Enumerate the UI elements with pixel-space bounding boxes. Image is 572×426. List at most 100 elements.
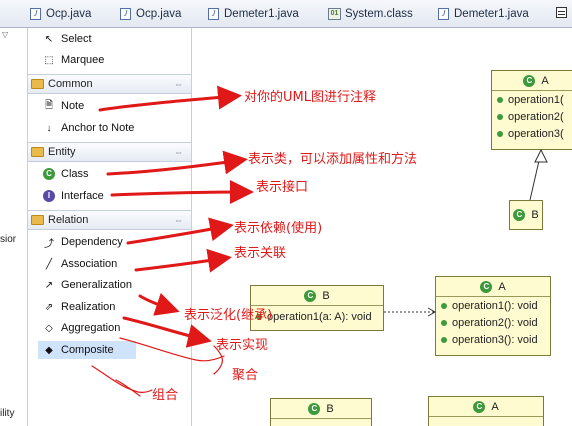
- composite-diamond-icon: ◆: [45, 344, 53, 356]
- chevron-down-icon[interactable]: ▽: [2, 30, 8, 39]
- palette-tool-select[interactable]: ↖ Select: [42, 30, 92, 48]
- palette-item-label: Association: [61, 258, 118, 270]
- uml-palette: ↖ Select ⬚ Marquee Common ⇔ 🗎 Note ↓ Anc…: [28, 28, 192, 426]
- class-name: A: [498, 280, 506, 293]
- palette-item-anchor-to-note[interactable]: ↓ Anchor to Note: [42, 119, 135, 137]
- truncated-label: sior: [0, 234, 17, 245]
- operation-bullet-icon: [497, 130, 503, 137]
- tab-list-menu-icon[interactable]: [556, 7, 567, 18]
- class-header: C B: [271, 399, 371, 419]
- tab-demeter1-java[interactable]: J Demeter1.java: [208, 5, 299, 23]
- palette-item-dependency[interactable]: ⤴ Dependency: [42, 233, 123, 251]
- palette-item-label: Marquee: [61, 54, 105, 66]
- folder-icon: [31, 79, 44, 89]
- tab-label: Ocp.java: [46, 8, 92, 20]
- palette-item-label: Interface: [61, 190, 104, 202]
- class-name: B: [531, 209, 539, 221]
- class-a-bottom[interactable]: C A: [428, 396, 544, 426]
- operation-bullet-icon: [497, 96, 503, 103]
- generalization-arrow-icon: ↗: [44, 279, 54, 291]
- tab-system-class[interactable]: 01 System.class: [328, 5, 413, 23]
- tab-label: Demeter1.java: [454, 8, 529, 20]
- operation-label: operation3(: [508, 127, 564, 140]
- class-b-small[interactable]: C B: [509, 200, 543, 230]
- pin-icon[interactable]: ⇔: [174, 147, 183, 157]
- tab-label: Ocp.java: [136, 8, 182, 20]
- palette-tool-marquee[interactable]: ⬚ Marquee: [42, 51, 104, 69]
- aggregation-diamond-icon: ◇: [45, 322, 53, 334]
- drawer-title: Entity: [48, 146, 76, 158]
- palette-item-aggregation[interactable]: ◇ Aggregation: [42, 319, 120, 337]
- pin-icon[interactable]: ⇔: [174, 79, 183, 89]
- palette-item-label: Note: [61, 100, 85, 112]
- class-a-top[interactable]: C A operation1( operation2( operation3(: [491, 70, 572, 150]
- palette-item-label: Dependency: [61, 236, 123, 248]
- palette-item-label: Composite: [61, 344, 114, 356]
- palette-item-label: Generalization: [61, 279, 132, 291]
- marquee-icon: ⬚: [44, 54, 54, 66]
- operation[interactable]: operation2(): void: [436, 314, 550, 331]
- palette-item-label: Realization: [61, 301, 116, 313]
- class-header: C B: [510, 201, 542, 229]
- palette-item-association[interactable]: ╱ Association: [42, 255, 117, 273]
- palette-item-class[interactable]: C Class: [42, 165, 89, 183]
- association-line-icon: ╱: [45, 258, 53, 270]
- java-file-icon: J: [120, 8, 131, 20]
- tab-ocp-java-2[interactable]: J Ocp.java: [120, 5, 181, 23]
- tab-demeter1-java-2[interactable]: J Demeter1.java: [438, 5, 529, 23]
- operation[interactable]: operation3(): void: [436, 331, 550, 348]
- class-icon: C: [308, 402, 321, 415]
- drawer-title: Common: [48, 78, 93, 90]
- palette-item-note[interactable]: 🗎 Note: [42, 97, 84, 115]
- note-icon: 🗎: [44, 99, 54, 111]
- operation[interactable]: operation1(): void: [436, 297, 550, 314]
- operation-label: operation2(: [508, 110, 564, 123]
- tab-label: System.class: [345, 8, 413, 20]
- class-icon: C: [304, 289, 317, 302]
- annotation-association: 表示关联: [234, 246, 287, 261]
- operation-label: operation1(: [508, 93, 564, 106]
- palette-item-label: Class: [61, 168, 89, 180]
- tab-ocp-java-1[interactable]: J Ocp.java: [30, 5, 91, 23]
- class-icon: C: [513, 209, 526, 221]
- class-icon: C: [473, 400, 486, 413]
- operation[interactable]: operation1(: [492, 91, 572, 108]
- palette-item-generalization[interactable]: ↗ Generalization: [42, 276, 132, 294]
- palette-item-interface[interactable]: I Interface: [42, 187, 104, 205]
- drawer-entity[interactable]: Entity ⇔: [28, 142, 191, 162]
- operation-label: operation3(): void: [452, 333, 538, 346]
- interface-icon: I: [42, 189, 56, 203]
- arrow-down-icon: ↓: [46, 122, 52, 134]
- outline-panel-sliver: ▽ sior ility: [0, 28, 28, 426]
- editor-tab-bar: J Ocp.java J Ocp.java J Demeter1.java 01…: [0, 0, 572, 28]
- java-file-icon: J: [30, 8, 41, 20]
- class-b-bottom[interactable]: C B: [270, 398, 372, 426]
- dependency-arrow-icon: ⤴: [44, 238, 54, 250]
- operation[interactable]: operation3(: [492, 125, 572, 142]
- operation-bullet-icon: [441, 302, 447, 309]
- annotation-interface: 表示接口: [256, 180, 309, 195]
- class-header: C A: [436, 277, 550, 297]
- java-file-icon: J: [208, 8, 219, 20]
- class-file-icon: 01: [328, 8, 341, 20]
- realization-arrow-icon: ⇗: [44, 301, 54, 313]
- drawer-title: Relation: [48, 214, 89, 226]
- palette-item-realization[interactable]: ⇗ Realization: [42, 298, 116, 316]
- palette-item-label: Anchor to Note: [61, 122, 135, 134]
- annotation-realization: 表示实现: [216, 338, 269, 353]
- annotation-note: 对你的UML图进行注释: [244, 90, 376, 105]
- operation[interactable]: operation2(: [492, 108, 572, 125]
- operation-label: operation1(): void: [452, 299, 538, 312]
- operation-bullet-icon: [497, 113, 503, 120]
- operation-bullet-icon: [441, 336, 447, 343]
- drawer-common[interactable]: Common ⇔: [28, 74, 191, 94]
- drawer-relation[interactable]: Relation ⇔: [28, 210, 191, 230]
- class-a-middle[interactable]: C A operation1(): void operation2(): voi…: [435, 276, 551, 356]
- class-header: C A: [429, 397, 543, 417]
- folder-icon: [31, 215, 44, 225]
- palette-item-composite[interactable]: ◆ Composite: [38, 341, 136, 359]
- annotation-dependency: 表示依赖(使用): [234, 221, 323, 236]
- pin-icon[interactable]: ⇔: [174, 215, 183, 225]
- annotation-class: 表示类，可以添加属性和方法: [248, 152, 418, 167]
- cursor-arrow-icon: ↖: [44, 33, 54, 45]
